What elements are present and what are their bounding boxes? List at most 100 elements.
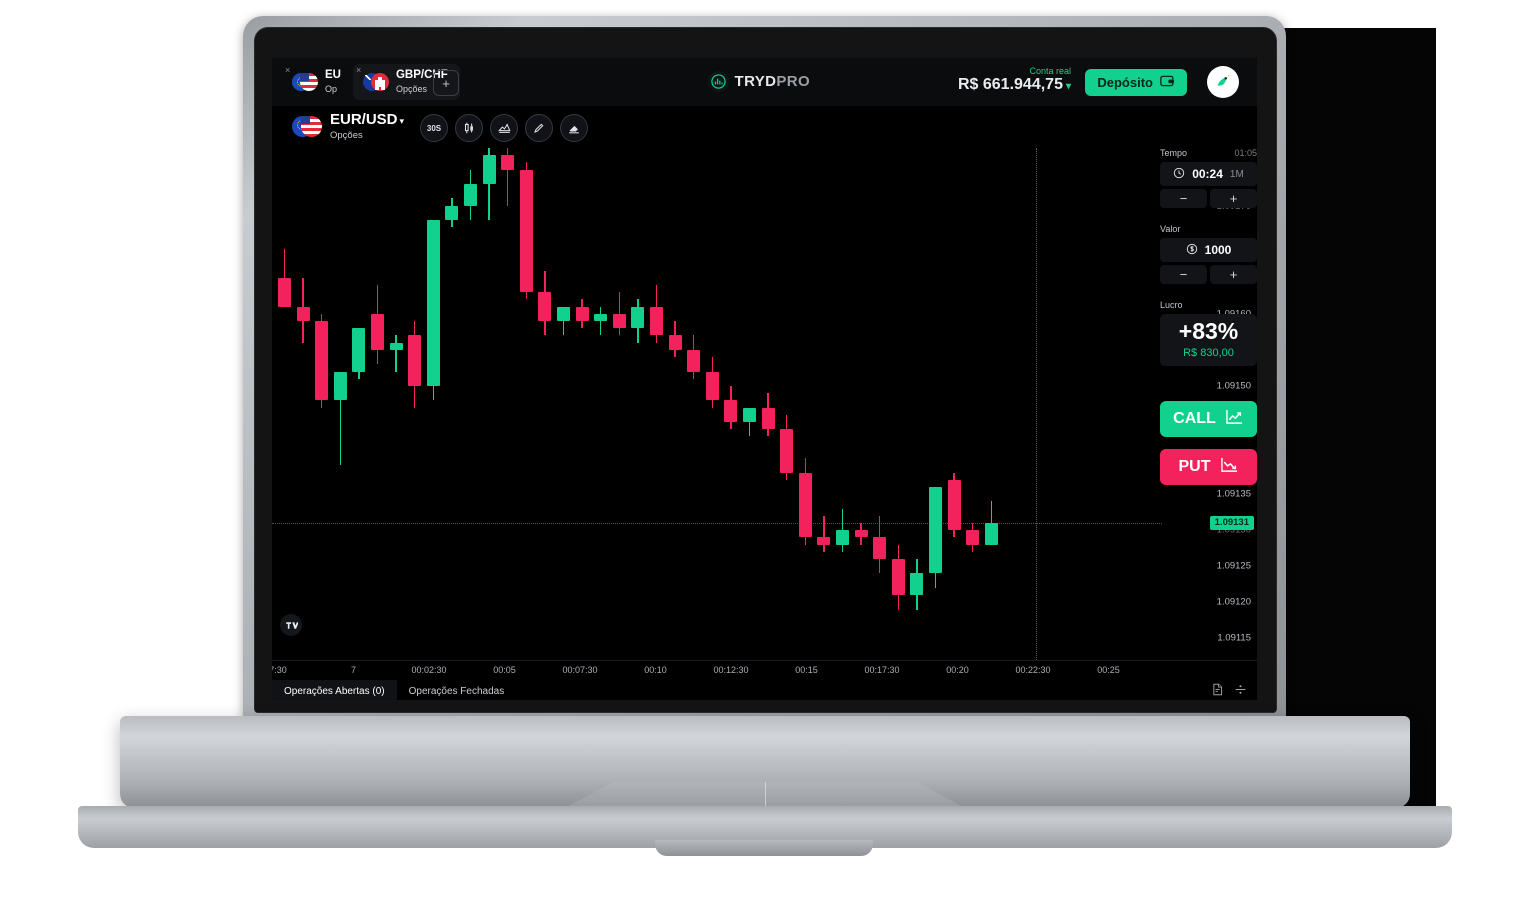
call-label: CALL [1173,410,1216,427]
draw-button[interactable] [525,114,553,142]
candle [501,148,515,660]
laptop-screen: × EU Op × GBP/CHF Opções + TRYDPRO Conta… [272,58,1257,700]
laptop-notch [655,840,873,856]
candle [408,148,422,660]
bottom-icons [1211,683,1247,699]
deposit-label: Depósito [1097,75,1153,90]
eraser-button[interactable] [560,114,588,142]
call-button[interactable]: CALL [1160,401,1257,437]
profit-box: +83% R$ 830,00 [1160,314,1257,366]
logo-mark-icon [707,71,729,92]
candle [575,148,589,660]
candle [910,148,924,660]
time-tick-label: 00:15 [795,665,818,675]
candle [594,148,608,660]
candle [482,148,496,660]
time-axis: 7:30 7 00:02:30 00:05 00:07:30 00:10 00:12:30 0… [272,660,1257,681]
valor-value-box[interactable]: 1000 [1160,238,1257,262]
valor-minus-button[interactable]: − [1160,265,1207,284]
candle [761,148,775,660]
candle [966,148,980,660]
candle [371,148,384,660]
account-balance[interactable]: Conta real R$ 661.944,75 ▾ [958,66,1071,94]
tempo-minus-button[interactable]: − [1160,189,1207,208]
candle [891,148,905,660]
tempo-value-box[interactable]: 00:24 1M [1160,162,1257,186]
candle [984,148,998,660]
indicators-button[interactable] [490,114,518,142]
flag-eur-usd-icon [292,115,322,137]
close-icon[interactable]: × [356,66,361,75]
tempo-unit: 1M [1229,168,1244,180]
deposit-button[interactable]: Depósito [1085,69,1187,96]
lucro-section: Lucro +83% R$ 830,00 [1160,300,1257,366]
candle [557,148,570,660]
candle [873,148,887,660]
balance-value: R$ 661.944,75 ▾ [957,76,1071,93]
symbol-selector[interactable]: EUR/USD ▾ Opções [292,111,405,141]
pair-tab-sub: Opções [395,83,428,94]
time-tick-label: 7:30 [272,665,287,675]
add-tab-button[interactable]: + [433,70,459,96]
trading-app: × EU Op × GBP/CHF Opções + TRYDPRO Conta… [272,58,1257,700]
trend-up-icon [1225,408,1244,430]
profit-percent: +83% [1178,318,1239,344]
clock-icon [1173,167,1185,182]
time-tick-label: 00:05 [493,665,516,675]
candlestick-chart[interactable] [272,148,1162,660]
trend-down-icon [1220,456,1239,478]
candle [464,148,477,660]
valor-section: Valor 1000 − + [1160,224,1257,284]
expiry-line [1036,148,1037,660]
candle [296,148,310,660]
time-tick-label: 00:17:30 [864,665,900,675]
candle [687,148,701,660]
flag-gbp-chf-icon [362,73,389,91]
chevron-down-icon[interactable]: ▾ [400,116,405,126]
flag-eu-us-icon [292,73,318,91]
tempo-plus-button[interactable]: + [1210,189,1257,208]
account-type-label: Conta real [1029,66,1071,76]
chart-type-button[interactable] [455,114,483,142]
candle [333,148,347,660]
trading-panel: Tempo 01:05 00:24 1M − + Valor 1000 − + … [1160,148,1257,660]
dollar-icon [1186,243,1198,258]
split-view-icon[interactable] [1234,683,1247,699]
valor-label: Valor [1160,224,1181,234]
time-tick-label: 00:07:30 [562,665,598,675]
pair-tab-eurusd[interactable]: × EU Op [282,64,353,100]
valor-plus-button[interactable]: + [1210,265,1257,284]
avatar[interactable] [1207,66,1239,98]
pair-tab-symbol: EU [325,68,341,81]
put-button[interactable]: PUT [1160,449,1257,485]
top-bar: × EU Op × GBP/CHF Opções + TRYDPRO Conta… [272,58,1257,106]
candle [854,148,868,660]
screenshot-stage: × EU Op × GBP/CHF Opções + TRYDPRO Conta… [0,0,1529,905]
candle [668,148,682,660]
timeframe-button[interactable]: 30S [420,114,448,142]
candle [538,148,552,660]
candle [947,148,961,660]
candle [426,148,440,660]
time-tick-label: 00:20 [946,665,969,675]
candle [650,148,663,660]
app-logo: TRYDPRO [707,71,811,92]
candle [278,148,291,660]
lucro-label: Lucro [1160,300,1183,310]
symbol-name: EUR/USD [330,111,398,128]
tab-closed-operations[interactable]: Operações Fechadas [397,680,517,700]
tab-open-operations[interactable]: Operações Abertas (0) [272,680,397,700]
close-icon[interactable]: × [285,66,290,75]
time-tick-label: 00:25 [1097,665,1120,675]
candle [519,148,533,660]
time-tick-label: 00:02:30 [411,665,447,675]
candle [929,148,942,660]
put-label: PUT [1178,458,1211,475]
logo-text: TRYDPRO [734,73,811,90]
wallet-icon [1160,75,1175,90]
candle [315,148,329,660]
chart-header: EUR/USD ▾ Opções 30S [272,106,1257,148]
candle [798,148,812,660]
pair-tab-sub: Op [325,83,338,94]
document-icon[interactable] [1211,683,1224,699]
